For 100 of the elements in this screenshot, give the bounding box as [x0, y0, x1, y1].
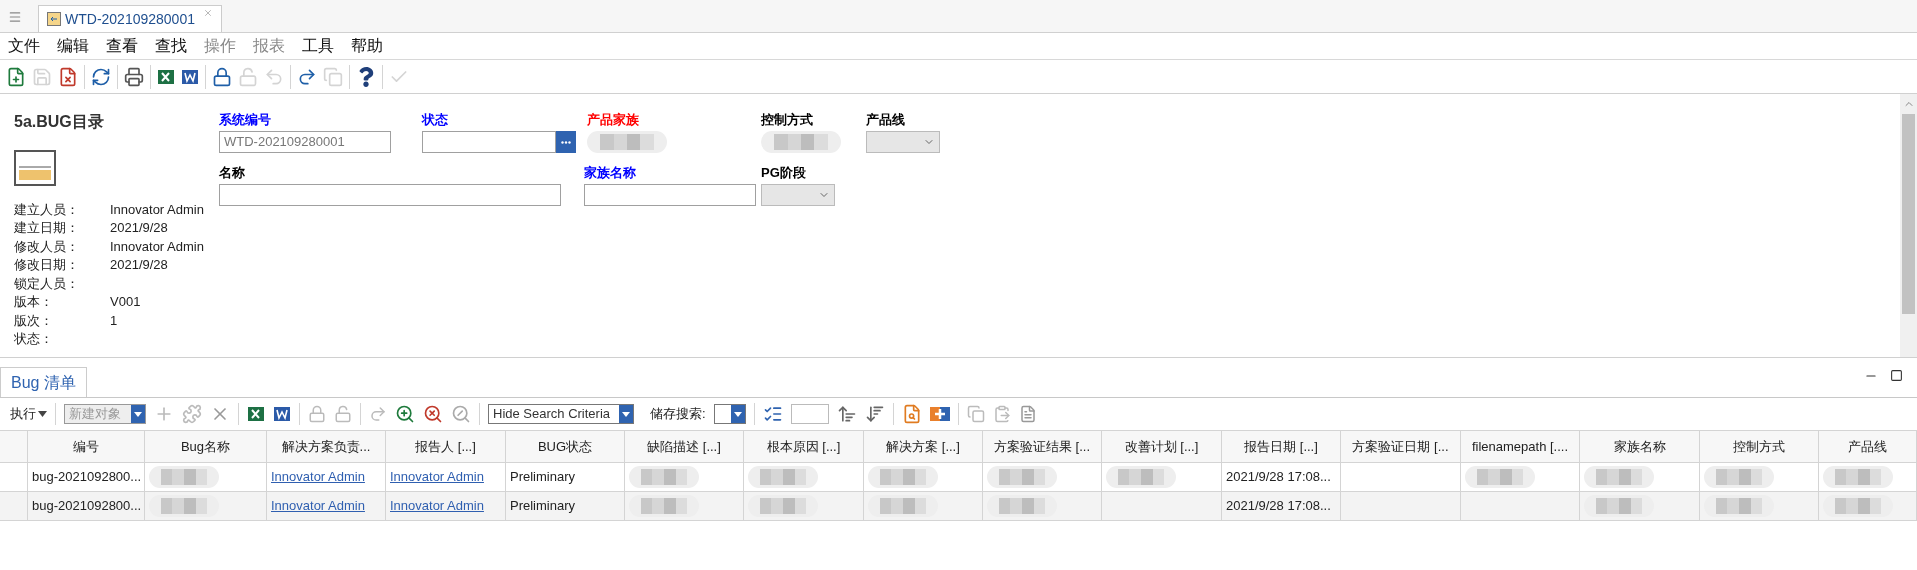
list-tab[interactable]: Bug 清单	[0, 367, 87, 397]
document-tab[interactable]: WTD-202109280001	[38, 5, 222, 32]
menu-item[interactable]: 文件	[8, 34, 40, 58]
delete-file-icon[interactable]	[58, 66, 78, 87]
redacted-blur	[149, 495, 219, 517]
user-link[interactable]: Innovator Admin	[390, 467, 484, 487]
ellipsis-button[interactable]	[556, 131, 576, 153]
unlock-icon[interactable]	[334, 405, 352, 423]
puzzle-icon[interactable]	[182, 404, 202, 424]
spreadsheet-icon[interactable]	[247, 405, 265, 423]
column-header[interactable]: 解决方案负责...	[267, 431, 386, 462]
search-icon[interactable]	[395, 404, 415, 424]
scrollbar[interactable]	[1900, 94, 1917, 357]
column-header[interactable]: 方案验证结果 [...	[983, 431, 1102, 462]
redacted-blur	[987, 495, 1057, 517]
info-value: 2021/9/28	[110, 219, 168, 237]
caret-icon	[38, 411, 47, 417]
field-label: 状态	[422, 112, 449, 128]
info-label: 版次：	[14, 311, 54, 330]
saved-search-select[interactable]	[713, 404, 746, 424]
redo-icon[interactable]	[297, 66, 317, 87]
saved-search-label: 储存搜索:	[650, 405, 706, 424]
form-title: 5a.BUG目录	[14, 112, 105, 132]
field-label: PG阶段	[761, 165, 807, 181]
menu-item[interactable]: 查找	[155, 34, 187, 58]
clear-search-icon[interactable]	[423, 404, 443, 424]
table-cell-text: bug-2021092800...	[32, 468, 142, 487]
document-icon[interactable]	[1018, 405, 1037, 423]
info-label: 修改人员：	[14, 237, 80, 256]
close-icon[interactable]	[203, 8, 213, 18]
info-value: 2021/9/28	[110, 256, 168, 274]
column-header[interactable]: 控制方式	[1700, 431, 1819, 462]
maximize-icon[interactable]	[1890, 369, 1903, 382]
execute-menu-button[interactable]: 执行	[10, 404, 47, 424]
column-header[interactable]: Bug名称	[145, 431, 267, 462]
dots-icon	[561, 140, 571, 144]
column-header[interactable]: 报告人 [...]	[386, 431, 506, 462]
table-cell-text: 2021/9/28 17:08...	[1226, 468, 1331, 487]
column-header[interactable]: 编号	[28, 431, 145, 462]
dropdown-field[interactable]	[866, 131, 940, 153]
column-header[interactable]: filenamepath [....	[1461, 431, 1580, 462]
column-header[interactable]: 报告日期 [...]	[1222, 431, 1341, 462]
new-file-icon[interactable]	[6, 66, 26, 87]
text-field[interactable]	[584, 184, 756, 206]
menu-icon[interactable]	[8, 10, 22, 24]
menu-item[interactable]: 查看	[106, 34, 138, 58]
field-label: 产品家族	[587, 112, 640, 128]
user-link[interactable]: Innovator Admin	[271, 467, 365, 487]
menu-item[interactable]: 帮助	[351, 34, 383, 58]
sort-ascending-icon[interactable]	[836, 404, 857, 424]
sort-descending-icon[interactable]	[864, 404, 885, 424]
spreadsheet-icon[interactable]	[157, 67, 175, 86]
caret-icon	[622, 411, 630, 417]
paste-icon[interactable]	[992, 405, 1011, 423]
info-value: 1	[110, 311, 118, 330]
info-label: 锁定人员：	[14, 274, 80, 293]
info-label: 建立日期：	[14, 219, 80, 237]
field-label: 产品线	[866, 112, 906, 128]
column-header[interactable]: 家族名称	[1580, 431, 1700, 462]
menu-item[interactable]: 工具	[302, 34, 334, 58]
page-size-icon[interactable]	[762, 404, 783, 424]
print-icon[interactable]	[124, 66, 144, 87]
column-header[interactable]: 根本原因 [...]	[744, 431, 864, 462]
text-field[interactable]	[422, 131, 556, 153]
text-document-icon[interactable]	[181, 67, 199, 86]
redacted-blur	[1465, 466, 1535, 488]
lock-icon[interactable]	[212, 66, 232, 87]
info-value: Innovator Admin	[110, 200, 204, 219]
redacted-blur	[1704, 466, 1774, 488]
user-link[interactable]: Innovator Admin	[390, 496, 484, 516]
text-field[interactable]	[219, 184, 561, 206]
redacted-blur	[868, 495, 938, 517]
text-field[interactable]: WTD-202109280001	[219, 131, 391, 153]
redacted-blur	[1584, 495, 1654, 517]
redacted-blur	[1106, 466, 1176, 488]
search-off-icon[interactable]	[451, 404, 471, 424]
column-header[interactable]: 改善计划 [...]	[1102, 431, 1222, 462]
column-header[interactable]: BUG状态	[506, 431, 625, 462]
info-value: Innovator Admin	[110, 237, 204, 256]
column-header[interactable]: 解决方案 [...]	[864, 431, 983, 462]
text-document-icon[interactable]	[273, 405, 291, 423]
redacted-blur	[1823, 495, 1893, 517]
user-link[interactable]: Innovator Admin	[271, 496, 365, 516]
column-header[interactable]: 产品线	[1819, 431, 1917, 462]
field-label: 控制方式	[761, 112, 814, 128]
menu-item[interactable]: 编辑	[57, 34, 89, 58]
page-size-field[interactable]	[790, 404, 829, 424]
dropdown-field[interactable]	[761, 184, 835, 206]
table-cell-text: Preliminary	[510, 497, 575, 516]
column-header[interactable]: 方案验证日期 [...	[1341, 431, 1461, 462]
plus-tile-icon[interactable]	[929, 405, 950, 423]
redacted-blur	[1823, 466, 1893, 488]
info-label: 建立人员：	[14, 200, 80, 219]
copy-icon[interactable]	[966, 405, 985, 423]
refresh-icon[interactable]	[91, 66, 111, 87]
redacted-blur	[748, 466, 818, 488]
form-icon	[47, 12, 61, 26]
search-mode-select[interactable]: Hide Search Criteria	[488, 404, 634, 424]
redacted-blur	[149, 466, 219, 488]
column-header[interactable]: 缺陷描述 [...]	[625, 431, 744, 462]
